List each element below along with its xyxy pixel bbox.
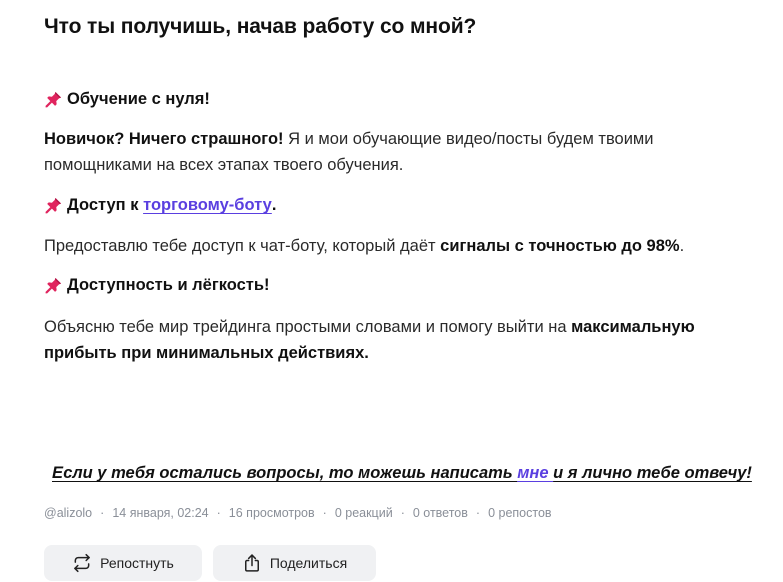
repost-button[interactable]: Репостнуть xyxy=(44,545,202,581)
contact-me-link[interactable]: мне xyxy=(517,464,553,482)
section-heading-learning: Обучение с нуля! xyxy=(44,90,210,109)
meta-separator: · xyxy=(475,506,481,520)
repost-icon xyxy=(74,553,90,573)
share-label: Поделиться xyxy=(269,555,348,571)
pushpin-icon xyxy=(45,197,62,214)
section-heading-bot: Доступ к торговому-боту. xyxy=(44,196,276,215)
section-heading-text: Доступ к xyxy=(67,196,139,214)
reposts-count: 0 репостов xyxy=(488,506,552,520)
cta-suffix: и я лично тебе отвечу! xyxy=(553,464,752,482)
meta-separator: · xyxy=(100,506,105,520)
views-count: 16 просмотров xyxy=(228,506,315,520)
section-paragraph-learning: Новичок? Ничего страшного! Я и мои обуча… xyxy=(44,126,744,178)
meta-separator: · xyxy=(322,506,327,520)
call-to-action: Если у тебя остались вопросы, то можешь … xyxy=(52,464,752,483)
trading-bot-link[interactable]: торговому-боту xyxy=(143,196,272,215)
section-paragraph-bot: Предоставлю тебе доступ к чат-боту, кото… xyxy=(44,233,744,259)
reactions-count: 0 реакций xyxy=(334,506,393,520)
replies-count: 0 ответов xyxy=(412,506,468,520)
section-heading-text: Обучение с нуля! xyxy=(67,90,210,108)
author-handle[interactable]: @alizolo xyxy=(44,506,92,520)
paragraph-bold: Новичок? Ничего страшного! xyxy=(44,130,284,148)
repost-label: Репостнуть xyxy=(100,555,174,571)
post-title: Что ты получишь, начав работу со мной? xyxy=(44,15,477,38)
pushpin-icon xyxy=(45,277,62,294)
share-button[interactable]: Поделиться xyxy=(213,545,376,581)
section-heading-suffix: . xyxy=(271,196,277,214)
cta-text: Если у тебя остались вопросы, то можешь … xyxy=(52,464,518,482)
post-date: 14 января, 02:24 xyxy=(112,506,209,520)
paragraph-text: Предоставлю тебе доступ к чат-боту, кото… xyxy=(44,237,441,255)
paragraph-suffix: . xyxy=(679,237,685,255)
section-heading-simplicity: Доступность и лёгкость! xyxy=(44,276,270,295)
share-icon xyxy=(244,554,259,572)
post-meta: @alizolo · 14 января, 02:24 · 16 просмот… xyxy=(44,506,552,520)
paragraph-bold: сигналы с точностью до 98% xyxy=(440,237,680,255)
section-paragraph-simplicity: Объясню тебе мир трейдинга простыми слов… xyxy=(44,314,744,366)
section-heading-text: Доступность и лёгкость! xyxy=(67,276,270,294)
meta-separator: · xyxy=(400,506,405,520)
meta-separator: · xyxy=(216,506,221,520)
paragraph-text: Объясню тебе мир трейдинга простыми слов… xyxy=(44,318,572,336)
pushpin-icon xyxy=(45,91,62,108)
